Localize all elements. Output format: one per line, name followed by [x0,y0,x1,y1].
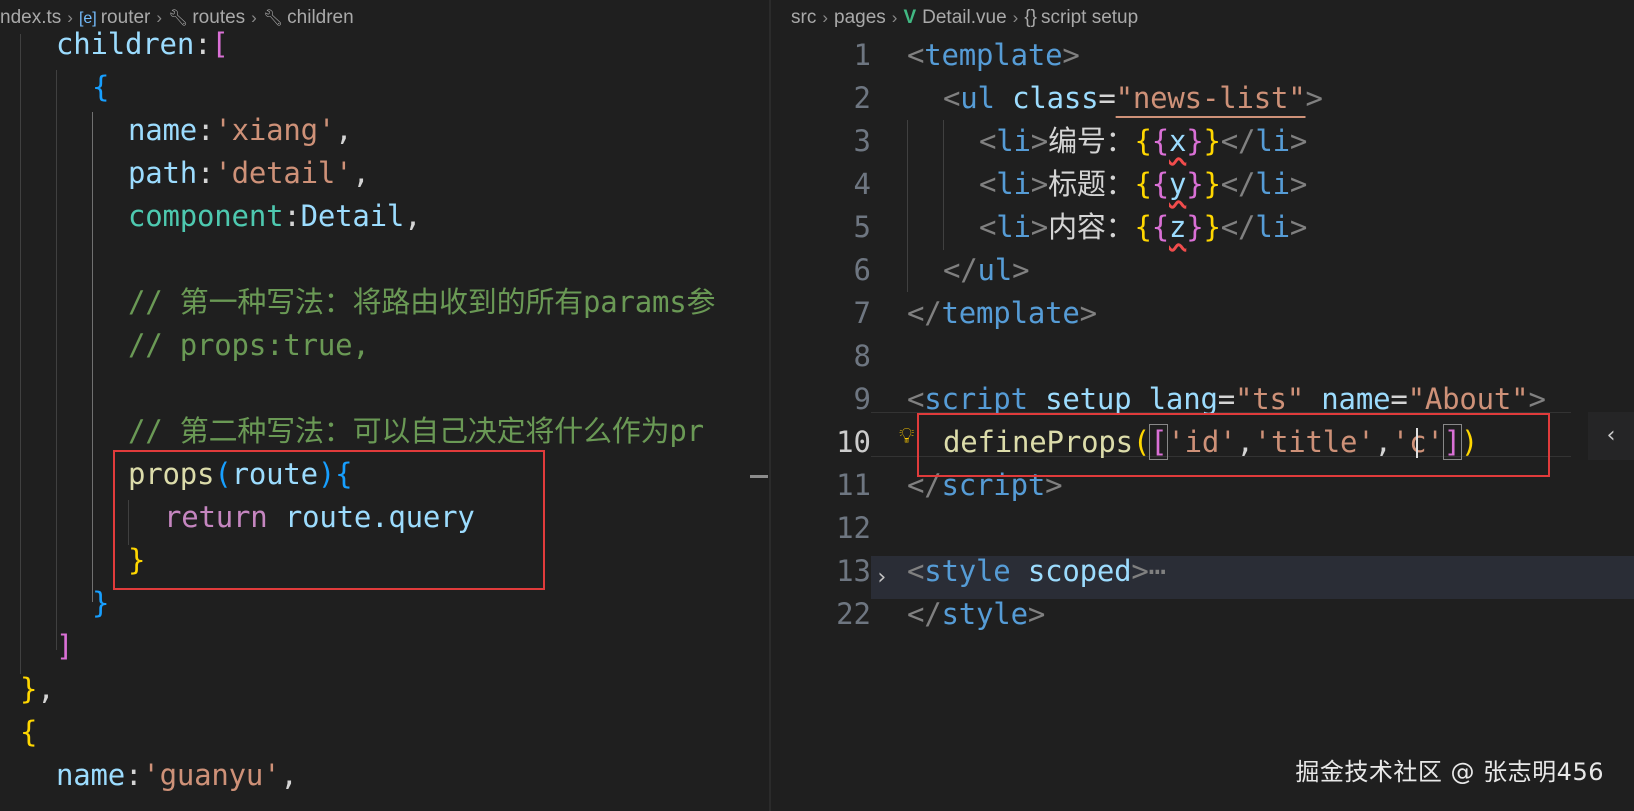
code-line: <li>内容：{{z}}</li> [979,210,1308,244]
code-line: props(route){ [128,457,353,491]
code-line-active: defineProps(['id','title','c']) [943,424,1479,460]
line-number-active: 10 [836,425,871,459]
chevron-right-icon: › [891,8,898,27]
overview-ruler-mark [750,475,768,478]
breadcrumb-item-file[interactable]: Detail.vue [922,7,1007,28]
chevron-right-icon: › [1012,8,1019,27]
fold-ellipsis[interactable]: ⋯ [1149,554,1166,588]
left-code[interactable]: children:[ { name:'xiang', path:'detail'… [20,23,769,811]
left-editor-pane[interactable]: ndex.ts › [e] router › 🔧︎ routes › 🔧︎ children ch… [0,0,769,811]
line-number: 3 [853,124,871,158]
code-line: </script> [907,468,1063,502]
code-line: </style> [907,597,1046,631]
code-line: <ul class="news-list"> [943,81,1323,115]
code-line: children:[ [56,27,229,61]
code-line: { [92,70,110,104]
code-line: </template> [907,296,1097,330]
code-line: } [128,543,146,577]
line-number: 2 [853,81,871,115]
line-number: 7 [853,296,871,330]
chevron-right-icon: › [822,8,828,27]
breadcrumb-item-pages[interactable]: pages [834,7,886,28]
code-line: path:'detail', [128,156,370,190]
code-line: { [20,715,38,749]
line-number: 9 [853,382,871,416]
code-comment: // 第二种写法：可以自己决定将什么作为pr [128,414,704,448]
line-number: 5 [853,210,871,244]
code-line: }, [20,672,55,706]
code-line: </ul> [943,253,1030,287]
code-comment: // 第一种写法：将路由收到的所有params参 [128,285,716,319]
code-line-folded: <style scoped>⋯ [907,554,1166,588]
line-number: 12 [836,511,871,545]
breadcrumb-item-src[interactable]: src [791,7,816,28]
line-number: 11 [836,468,871,502]
text-cursor [1416,428,1418,458]
fold-expand-icon[interactable]: › [875,556,888,599]
code-line: ] [56,629,74,663]
vue-file-icon: V [903,7,917,28]
code-line: } [92,586,110,620]
right-breadcrumb: src › pages › V Detail.vue › {} script setup [791,0,1634,34]
line-number: 1 [853,38,871,72]
code-line: <template> [907,38,1080,72]
chevron-left-icon[interactable]: ‹ [1588,412,1634,460]
code-line: name:'xiang', [128,113,353,147]
right-code[interactable]: <template> <ul class="news-list"> <li>编号… [907,34,1627,654]
braces-icon: {} [1024,7,1038,28]
code-line: <script setup lang="ts" name="About"> [907,382,1546,416]
line-number: 6 [853,253,871,287]
code-line: component:Detail, [128,199,422,233]
code-line: <li>标题：{{y}}</li> [979,167,1308,201]
line-number: 13 [836,554,871,588]
code-line: name:'guanyu', [56,758,298,792]
breadcrumb-item-script-setup[interactable]: script setup [1041,7,1138,28]
line-number: 4 [853,167,871,201]
code-line: return route.query [164,500,475,534]
line-number: 8 [853,339,871,373]
code-comment: // props:true, [128,328,370,362]
watermark: 掘金技术社区 @ 张志明456 [1295,758,1604,786]
right-editor-pane[interactable]: src › pages › V Detail.vue › {} script setup 1 2… [771,0,1634,811]
line-number: 22 [836,597,871,631]
code-line: <li>编号：{{x}}</li> [979,124,1308,158]
